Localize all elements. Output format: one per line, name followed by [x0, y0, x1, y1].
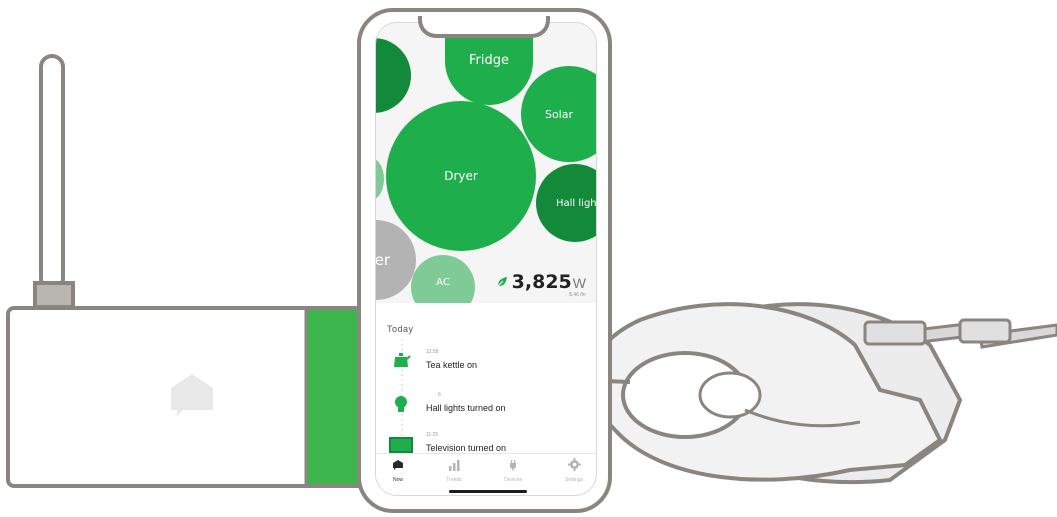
antenna-base [33, 281, 75, 309]
total-rate: $.46 /hr [569, 292, 586, 298]
tab-now-label: Now [392, 477, 403, 483]
bubble-solar[interactable]: Solar [521, 66, 596, 162]
tab-trends[interactable]: Trends [434, 458, 474, 483]
event-label: Television turned on [426, 443, 507, 453]
total-usage: 3,825 W $.46 /hr [496, 271, 586, 298]
bar-chart-icon [449, 460, 460, 471]
event-time: 11:25 [426, 432, 439, 438]
bubble-dryer[interactable]: Dryer [386, 101, 536, 251]
bubble-hall-lights-label: Hall light [556, 197, 597, 209]
antenna [39, 54, 65, 292]
feed-heading: Today [387, 324, 414, 334]
device-bubbles-view: Fridge Solar Dryer Hall light er AC 3,82… [376, 23, 597, 303]
bubble-gray-label: er [376, 251, 390, 269]
total-watts: 3,825 [511, 271, 572, 293]
tab-now[interactable]: Now [378, 458, 418, 483]
lightbulb-icon [395, 396, 407, 412]
tab-settings-label: Settings [564, 477, 584, 483]
monitor-hub-illustration [6, 54, 366, 488]
tab-devices[interactable]: Devices [493, 458, 533, 483]
kettle-icon [394, 353, 411, 367]
bubble-ac-label: AC [436, 276, 450, 288]
sensor-clamps-illustration [579, 302, 1057, 485]
event-time: 6 [438, 392, 441, 398]
bubble-fridge-label: Fridge [469, 52, 509, 68]
bubble-dryer-label: Dryer [444, 169, 478, 183]
home-indicator[interactable] [449, 490, 527, 493]
leaf-icon [496, 277, 507, 288]
bubble-ac[interactable]: AC [411, 255, 475, 303]
bubble-small-left[interactable] [376, 158, 384, 200]
activity-feed: Today 12:58 Tea kettle on 6 Hall lights … [376, 303, 596, 453]
plug-icon [510, 460, 516, 471]
event-label: Hall lights turned on [426, 403, 506, 413]
event-label: Tea kettle on [426, 360, 478, 370]
feed-event[interactable]: 6 Hall lights turned on [426, 392, 506, 413]
tab-settings[interactable]: Settings [554, 458, 594, 483]
total-unit: W [572, 275, 586, 291]
tab-trends-label: Trends [446, 477, 462, 483]
gear-icon [567, 458, 581, 471]
bubble-solar-label: Solar [544, 107, 574, 121]
event-time: 12:58 [426, 349, 439, 355]
tab-devices-label: Devices [504, 477, 522, 483]
hub-green-band [306, 310, 362, 484]
bubble-partial-left[interactable] [376, 38, 411, 113]
bubble-hall-lights[interactable]: Hall light [536, 164, 597, 242]
feed-event[interactable]: 12:58 Tea kettle on [426, 349, 477, 370]
bubble-gray[interactable]: er [376, 220, 416, 300]
chat-bubble-icon [393, 460, 403, 470]
app-screen: Fridge Solar Dryer Hall light er AC 3,82… [375, 22, 597, 496]
feed-event[interactable]: 11:25 Television turned on [426, 432, 506, 453]
phone-notch [418, 16, 550, 38]
television-icon [389, 437, 413, 453]
